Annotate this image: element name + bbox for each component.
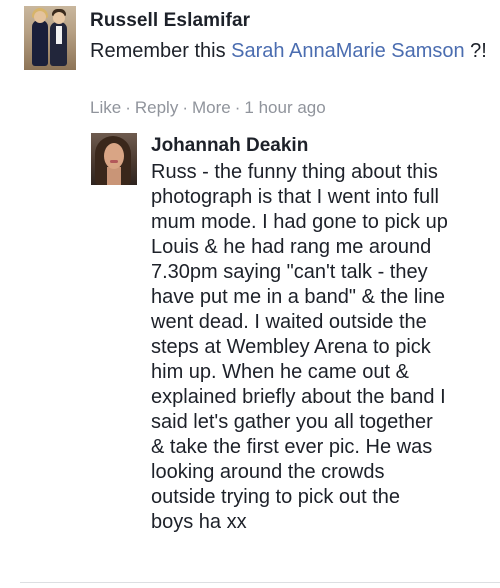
timestamp[interactable]: 1 hour ago [244, 98, 325, 117]
reply-line: have put me in a band" & the line [151, 286, 445, 308]
separator-dot: · [182, 98, 188, 117]
reply-line: mum mode. I had gone to pick up [151, 211, 448, 233]
reply-line: 7.30pm saying "can't talk - they [151, 261, 428, 283]
reply-line: went dead. I waited outside the [151, 311, 427, 333]
reply-line: photograph is that I went into full [151, 186, 439, 208]
reply-line: explained briefly about the band I [151, 386, 446, 408]
mention-link[interactable]: Sarah AnnaMarie Samson [231, 40, 464, 62]
more-link[interactable]: More [192, 98, 231, 117]
separator-dot: · [234, 98, 241, 117]
separator-dot: · [125, 98, 131, 117]
reply-link[interactable]: Reply [135, 98, 178, 117]
comment-text-before: Remember this [90, 40, 232, 62]
comment-text: Remember this Sarah AnnaMarie Samson ?! [90, 38, 490, 65]
reply-line: boys ha xx [151, 511, 247, 533]
reply-avatar[interactable] [91, 133, 137, 185]
reply-line: him up. When he came out & [151, 361, 409, 383]
reply-line: steps at Wembley Arena to pick [151, 336, 431, 358]
like-link[interactable]: Like [90, 98, 121, 117]
reply-line: Louis & he had rang me around [151, 236, 432, 258]
avatar[interactable] [24, 6, 76, 70]
reply-author[interactable]: Johannah Deakin [151, 135, 308, 157]
comment-text-after: ?! [464, 40, 487, 62]
reply-text: Russ - the funny thing about this photog… [151, 160, 496, 535]
reply-line: said let's gather you all together [151, 411, 433, 433]
reply-line: looking around the crowds [151, 461, 385, 483]
reply-line: Russ - the funny thing about this [151, 161, 438, 183]
reply-line: outside trying to pick out the [151, 486, 401, 508]
divider [20, 582, 500, 583]
comment-author[interactable]: Russell Eslamifar [90, 10, 250, 32]
reply-line: & take the first ever pic. He was [151, 436, 433, 458]
comment-actions: Like · Reply · More · 1 hour ago [90, 98, 326, 118]
